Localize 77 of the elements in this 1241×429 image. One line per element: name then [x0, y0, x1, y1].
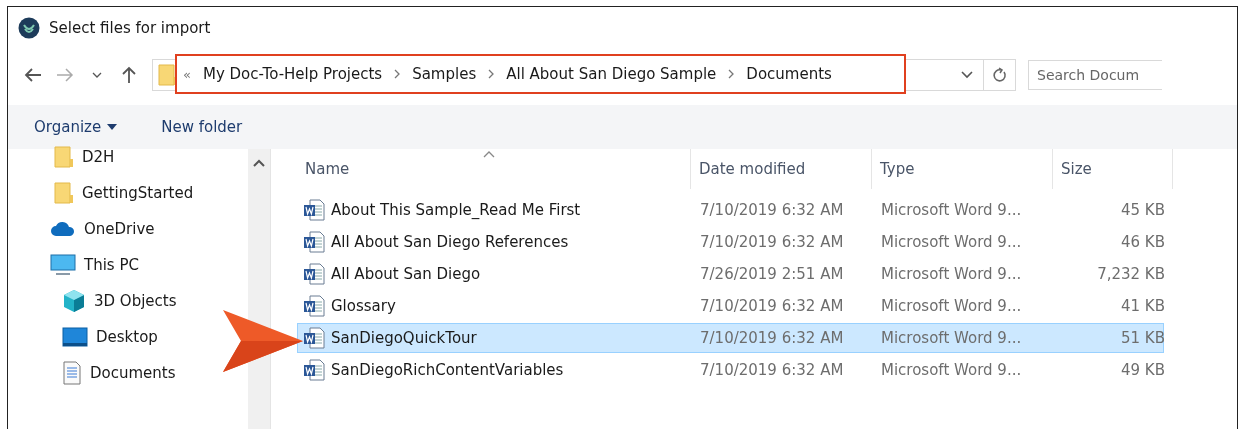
word-document-icon [303, 199, 325, 221]
file-type: Microsoft Word 9... [880, 297, 1023, 315]
new-folder-button[interactable]: New folder [161, 118, 243, 136]
file-size: 49 KB [1120, 361, 1165, 379]
date-modified: 7/10/2019 6:32 AM [699, 201, 845, 219]
date-modified: 7/26/2019 2:51 AM [699, 265, 845, 283]
breadcrumb[interactable]: All About San Diego Sample [506, 65, 717, 83]
sidebar-item[interactable]: Desktop [62, 319, 162, 355]
file-name: About This Sample_Read Me First [331, 201, 581, 219]
overflow-chevron[interactable]: « [183, 66, 191, 82]
chevron-down-icon [961, 71, 973, 79]
file-name: Glossary [331, 297, 396, 315]
sidebar-item[interactable]: D2H [54, 139, 119, 175]
sidebar-item[interactable]: GettingStarted [54, 175, 198, 211]
file-size: 45 KB [1120, 201, 1165, 219]
monitor-icon [50, 254, 76, 276]
folder-icon [158, 63, 178, 87]
breadcrumb[interactable]: My Doc-To-Help Projects [202, 65, 383, 83]
file-row[interactable]: Glossary 7/10/2019 6:32 AM Microsoft Word 9... 41 KB [297, 291, 1164, 321]
app-logo-icon [18, 17, 40, 39]
word-document-icon [303, 359, 325, 381]
file-name: SanDiegoQuickTour [331, 329, 477, 347]
date-modified: 7/10/2019 6:32 AM [699, 361, 845, 379]
file-size: 51 KB [1120, 329, 1165, 347]
file-type: Microsoft Word 9... [880, 329, 1023, 347]
file-type: Microsoft Word 9... [880, 361, 1023, 379]
scroll-up-icon[interactable] [253, 159, 265, 167]
word-document-icon [303, 231, 325, 253]
file-row[interactable]: SanDiegoQuickTour 7/10/2019 6:32 AM Microsoft Word 9... 51 KB [297, 323, 1164, 353]
sidebar-item[interactable]: This PC [50, 247, 143, 283]
chevron-icon [394, 69, 401, 79]
column-header[interactable]: Name [297, 149, 691, 189]
up-arrow-icon [121, 66, 137, 84]
date-modified: 7/10/2019 6:32 AM [699, 329, 845, 347]
word-document-icon [303, 263, 325, 285]
forward-arrow-icon [56, 67, 74, 83]
word-document-icon [303, 295, 325, 317]
file-row[interactable]: All About San Diego 7/26/2019 2:51 AM Microsoft Word 9... 7,232 KB [297, 259, 1164, 289]
file-name: All About San Diego References [331, 233, 569, 251]
column-header[interactable]: Size [1053, 149, 1173, 189]
file-name: All About San Diego [331, 265, 481, 283]
breadcrumb[interactable]: Samples [412, 65, 477, 83]
caret-icon [107, 124, 118, 130]
chevron-icon [728, 69, 735, 79]
desktop-icon [62, 327, 88, 347]
cloud-icon [50, 221, 76, 237]
search-field[interactable]: Search Docum [1028, 60, 1162, 90]
document-icon [62, 361, 82, 385]
sort-caret-icon [483, 151, 495, 158]
breadcrumb[interactable]: Documents [746, 65, 832, 83]
column-header[interactable]: Date modified [691, 149, 872, 189]
file-size: 41 KB [1120, 297, 1165, 315]
word-document-icon [303, 327, 325, 349]
date-modified: 7/10/2019 6:32 AM [699, 297, 845, 315]
sidebar-item[interactable]: Documents [62, 355, 180, 391]
file-size: 46 KB [1120, 233, 1165, 251]
folder-icon [54, 145, 74, 169]
chevron-icon [488, 69, 495, 79]
file-type: Microsoft Word 9... [880, 265, 1023, 283]
sidebar-item[interactable]: OneDrive [50, 211, 159, 247]
column-header[interactable]: Type [872, 149, 1053, 189]
file-type: Microsoft Word 9... [880, 201, 1023, 219]
file-row[interactable]: About This Sample_Read Me First 7/10/2019 6:32 AM Microsoft Word 9... 45 KB [297, 195, 1164, 225]
cube-icon [62, 289, 86, 313]
file-size: 7,232 KB [1096, 265, 1165, 283]
date-modified: 7/10/2019 6:32 AM [699, 233, 845, 251]
file-type: Microsoft Word 9... [880, 233, 1023, 251]
refresh-icon [992, 67, 1007, 83]
file-row[interactable]: SanDiegoRichContentVariables 7/10/2019 6:32 AM Microsoft Word 9... 49 KB [297, 355, 1164, 385]
sidebar-item[interactable]: 3D Objects [62, 283, 181, 319]
back-arrow-icon [24, 67, 42, 83]
window-title: Select files for import [49, 19, 211, 37]
chevron-down-icon [92, 72, 102, 78]
folder-icon [54, 181, 74, 205]
organize-button[interactable]: Organize [34, 118, 118, 136]
file-name: SanDiegoRichContentVariables [331, 361, 564, 379]
file-row[interactable]: All About San Diego References 7/10/2019 6:32 AM Microsoft Word 9... 46 KB [297, 227, 1164, 257]
